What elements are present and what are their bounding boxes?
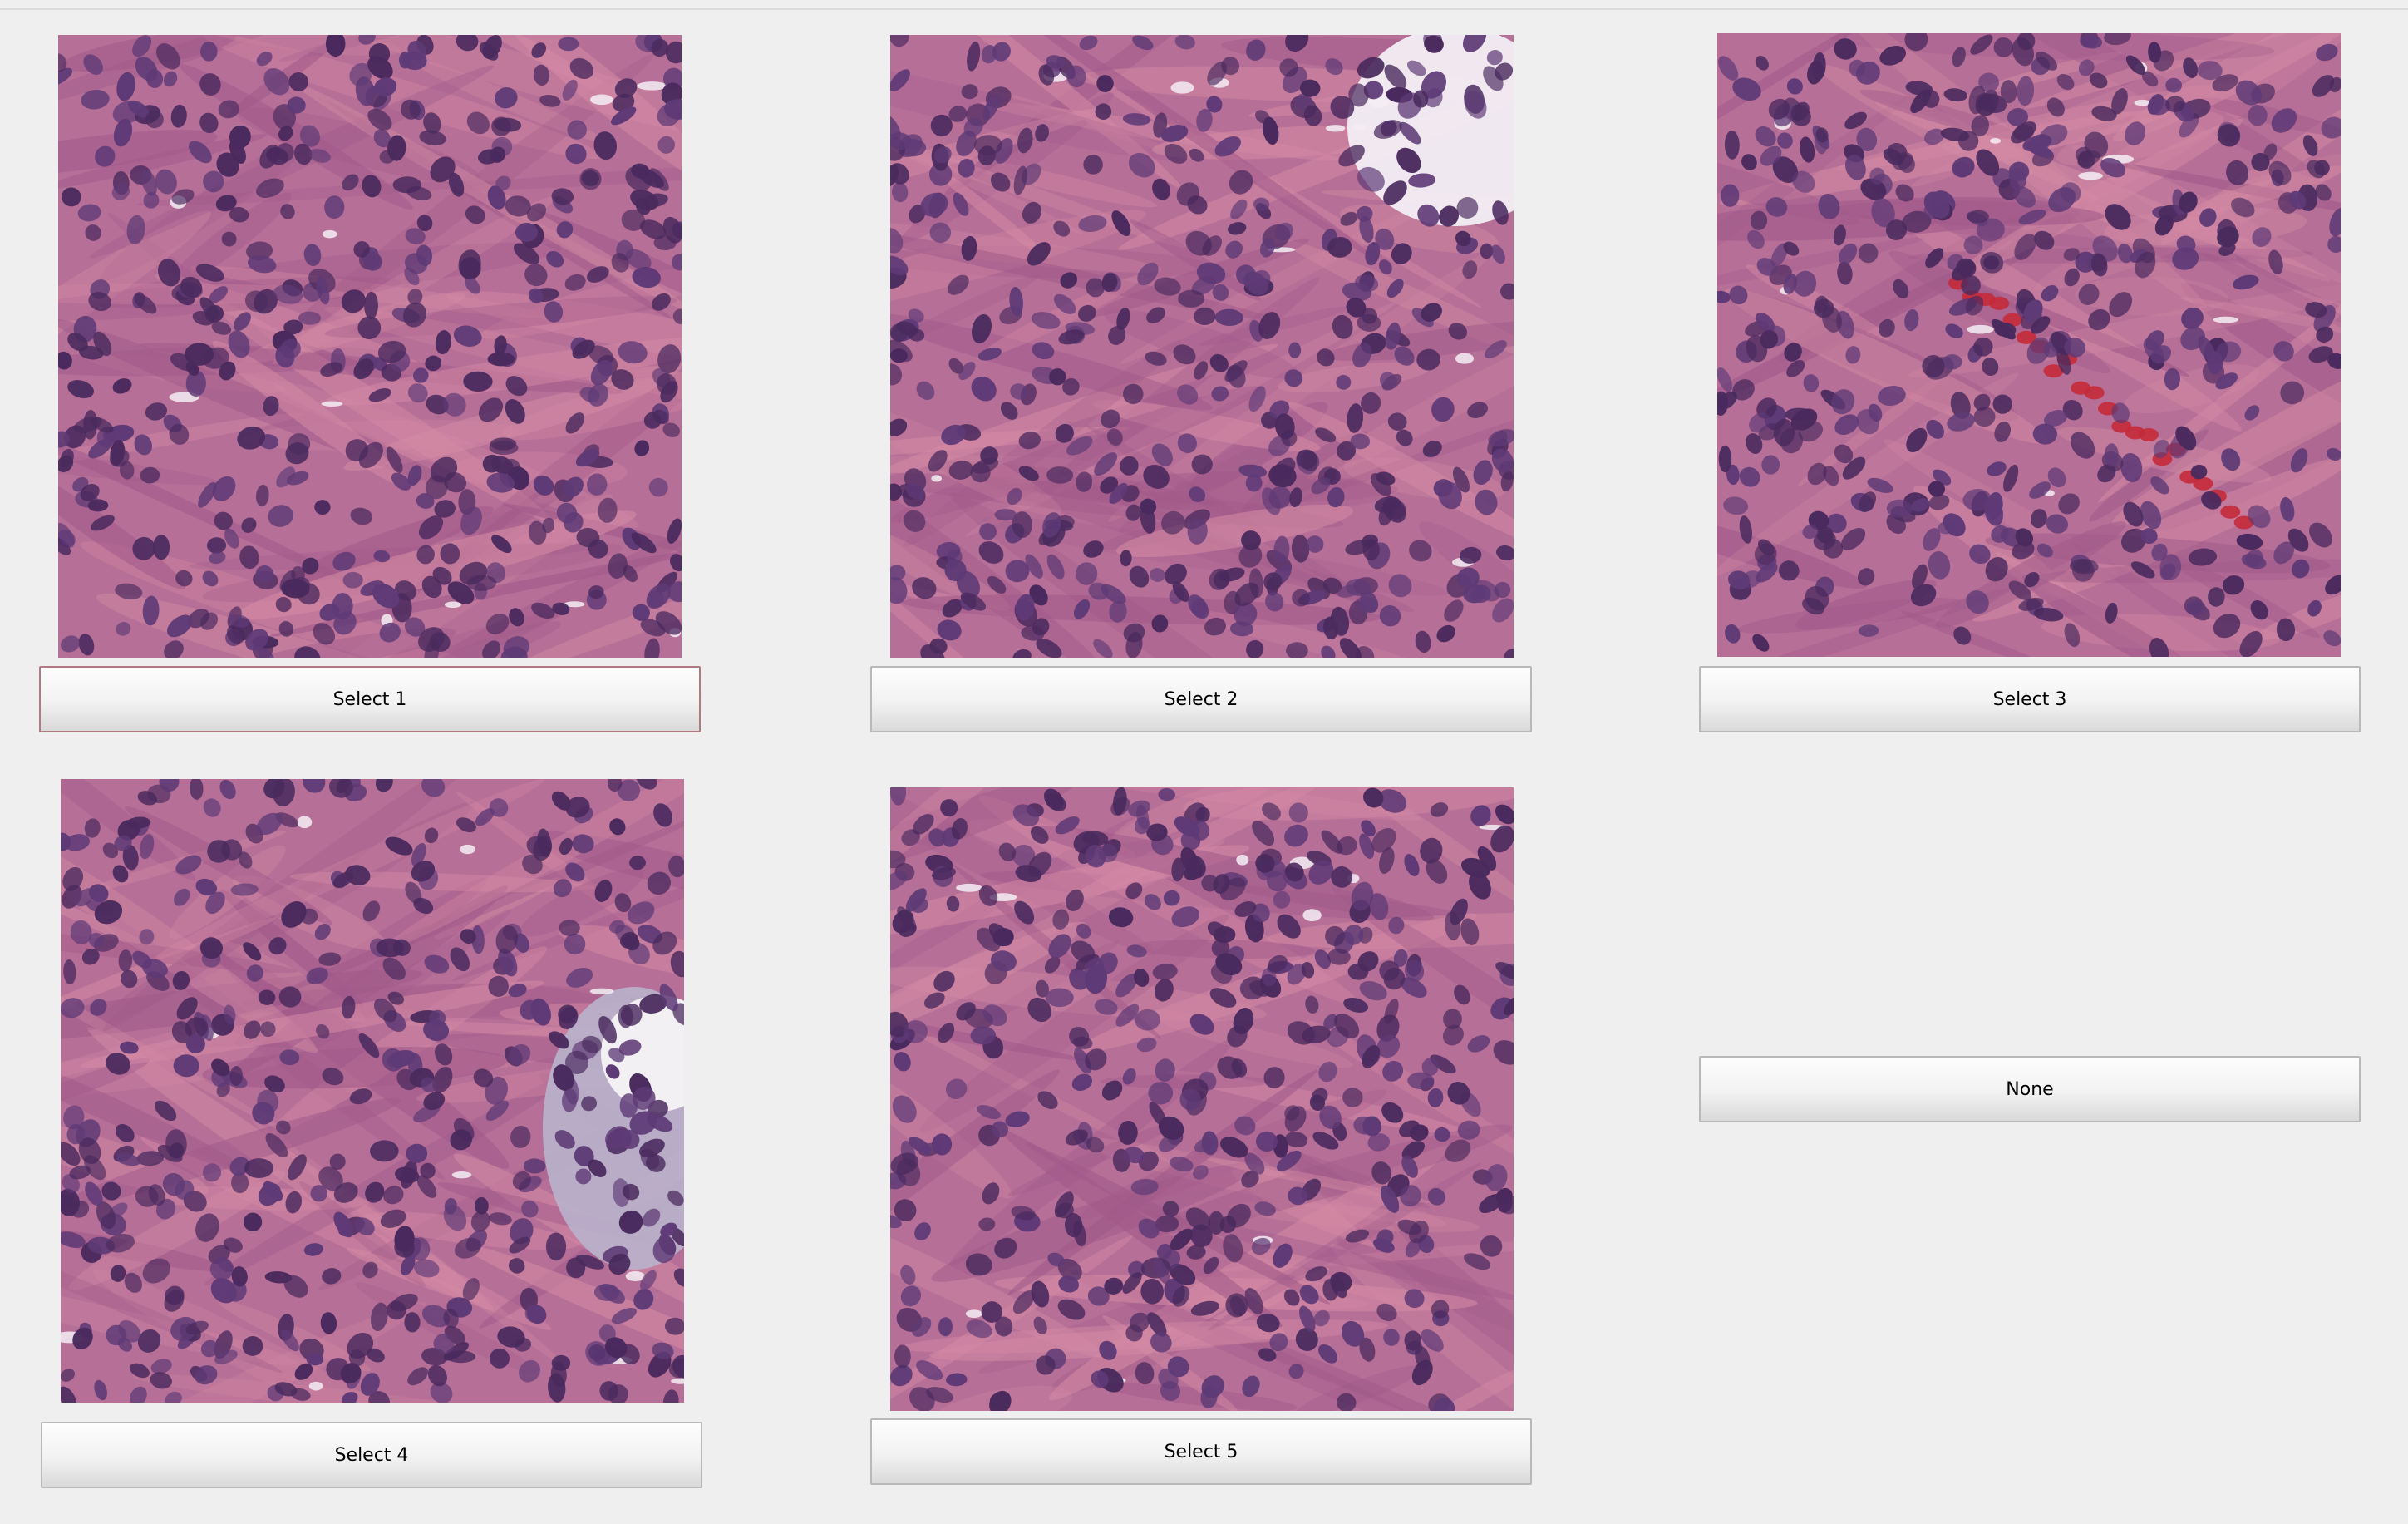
- select-3-button[interactable]: Select 3: [1699, 666, 2361, 732]
- select-2-button[interactable]: Select 2: [870, 666, 1532, 732]
- select-5-button[interactable]: Select 5: [870, 1418, 1532, 1485]
- select-1-button[interactable]: Select 1: [39, 666, 701, 732]
- tissue-image-4: [61, 779, 684, 1403]
- none-button[interactable]: None: [1699, 1056, 2361, 1122]
- select-4-button[interactable]: Select 4: [41, 1422, 702, 1488]
- tissue-image-2: [890, 35, 1514, 658]
- tissue-image-5: [890, 787, 1514, 1411]
- window-top-divider: [0, 8, 2408, 10]
- tissue-image-1: [58, 35, 682, 658]
- tissue-image-3: [1717, 33, 2341, 657]
